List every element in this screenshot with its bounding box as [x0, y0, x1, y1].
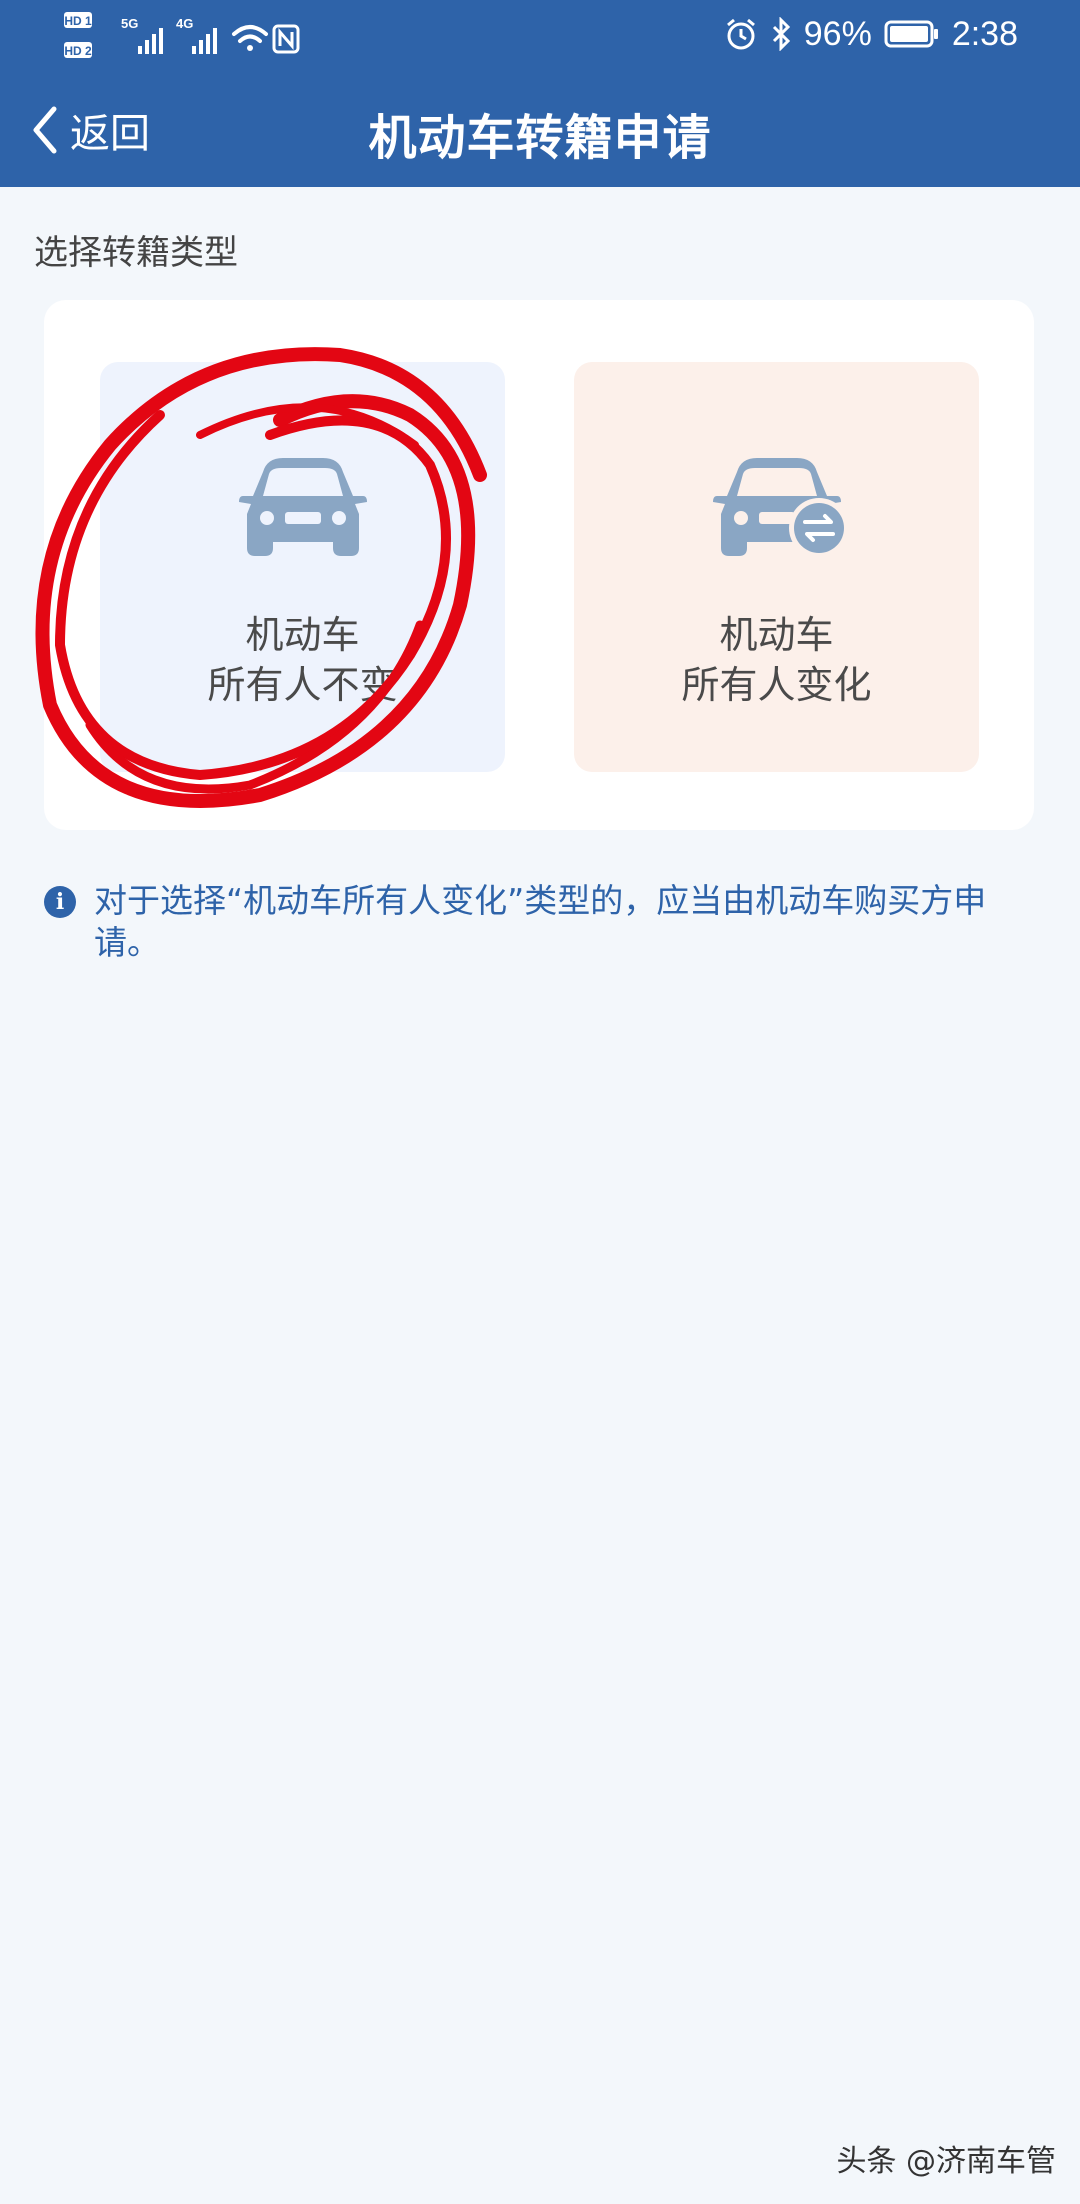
clock: 2:38: [951, 14, 1018, 53]
status-right: 96% 2:38: [724, 14, 1018, 54]
nfc-icon: [272, 24, 300, 54]
option-panel: 机动车 所有人不变 机动车 所有人变化: [44, 300, 1034, 830]
tip-note: i 对于选择“机动车所有人变化”类型的，应当由机动车购买方申请。: [44, 880, 1034, 964]
page-title: 机动车转籍申请: [368, 110, 712, 166]
alarm-icon: [726, 18, 755, 50]
battery-percent: 96%: [803, 14, 872, 53]
nav-bar: 返回 机动车转籍申请: [0, 90, 1080, 170]
option-owner-unchanged[interactable]: 机动车 所有人不变: [100, 362, 505, 772]
section-label: 选择转籍类型: [34, 233, 238, 273]
net1-label: 5G: [121, 16, 138, 31]
info-icon: i: [44, 886, 76, 918]
bluetooth-icon: [772, 17, 790, 51]
option2-line1: 机动车: [719, 613, 834, 657]
wifi-icon: [232, 25, 268, 51]
option-owner-changed[interactable]: 机动车 所有人变化: [574, 362, 979, 772]
car-icon: [238, 458, 367, 556]
signal-group: HD 1 HD 2 5G 4G: [64, 8, 324, 64]
option2-line2: 所有人变化: [681, 663, 872, 707]
top-bar: HD 1 HD 2 5G 4G 96% 2:38 返回 机动车转籍申请: [0, 0, 1080, 187]
hd2-label: HD 2: [64, 44, 92, 58]
watermark: 头条 @济南车管: [836, 2144, 1056, 2179]
option1-line1: 机动车: [245, 613, 360, 657]
hd1-label: HD 1: [64, 14, 92, 28]
signal-icon-1: [138, 28, 163, 54]
status-bar: HD 1 HD 2 5G 4G 96% 2:38: [0, 0, 1080, 70]
battery-icon: [884, 20, 938, 48]
tip-text: 对于选择“机动车所有人变化”类型的，应当由机动车购买方申请。: [94, 881, 987, 962]
option1-line2: 所有人不变: [207, 663, 398, 707]
car-transfer-icon: [712, 458, 847, 558]
signal-icon-2: [192, 28, 217, 54]
net2-label: 4G: [176, 16, 193, 31]
